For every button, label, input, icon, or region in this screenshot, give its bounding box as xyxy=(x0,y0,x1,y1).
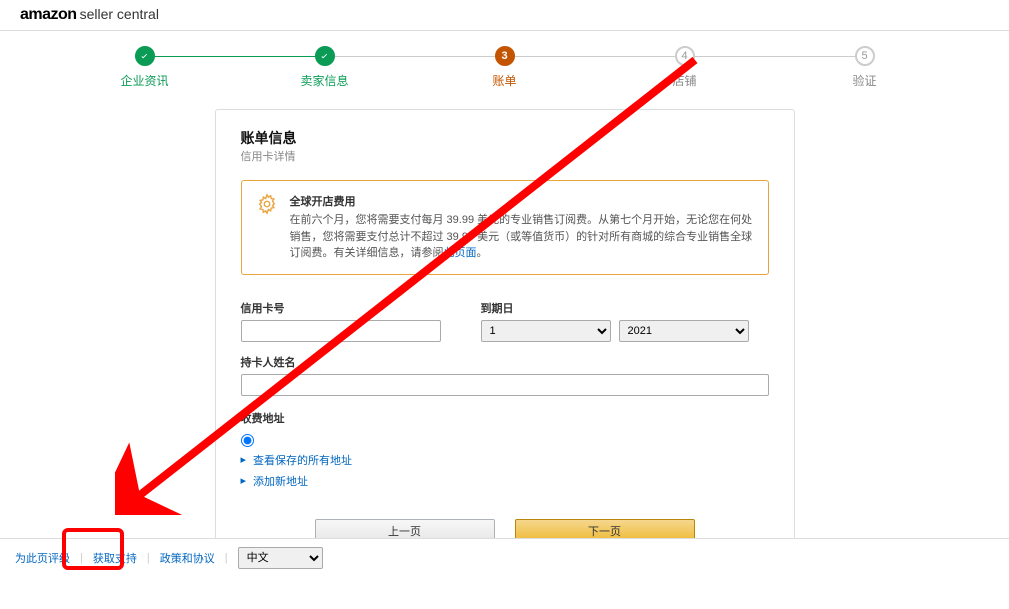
step-number: 4 xyxy=(675,46,695,66)
logo-seller-central: seller central xyxy=(80,6,159,22)
logo-amazon: amazon xyxy=(20,6,77,24)
step-billing: 3 账单 xyxy=(415,46,595,89)
holder-input[interactable] xyxy=(241,374,769,396)
step-label: 店铺 xyxy=(672,72,696,89)
expiry-label: 到期日 xyxy=(481,300,769,316)
step-verify: 5 验证 xyxy=(775,46,955,89)
check-icon xyxy=(319,51,330,62)
footer-language-select[interactable]: 中文 xyxy=(238,547,323,569)
holder-label: 持卡人姓名 xyxy=(241,354,769,370)
step-number: 3 xyxy=(495,46,515,66)
card-number-label: 信用卡号 xyxy=(241,300,441,316)
expiry-year-select[interactable]: 2021 xyxy=(619,320,749,342)
billing-card: 账单信息 信用卡详情 全球开店费用 在前六个月，您将需要支付每月 39.99 美… xyxy=(215,109,795,569)
step-seller-info: 卖家信息 xyxy=(235,46,415,89)
gear-icon xyxy=(256,193,278,215)
footer-policy-link[interactable]: 政策和协议 xyxy=(160,550,215,566)
footer-bar: 为此页评级 | 获取支持 | 政策和协议 | 中文 xyxy=(0,538,1009,577)
step-label: 账单 xyxy=(492,72,516,89)
step-label: 企业资讯 xyxy=(120,72,168,89)
step-label: 卖家信息 xyxy=(300,72,348,89)
step-label: 验证 xyxy=(852,72,876,89)
bullet-icon: ▸ xyxy=(241,474,247,487)
progress-stepper: 企业资讯 卖家信息 3 账单 4 店铺 5 验证 xyxy=(55,31,955,109)
notice-link[interactable]: 此页面 xyxy=(444,247,477,259)
card-title: 账单信息 xyxy=(241,128,769,148)
fee-notice-box: 全球开店费用 在前六个月，您将需要支付每月 39.99 美元的专业销售订阅费。从… xyxy=(241,180,769,275)
footer-support-link[interactable]: 获取支持 xyxy=(93,550,137,566)
card-number-input[interactable] xyxy=(241,320,441,342)
add-new-address-link[interactable]: 添加新地址 xyxy=(253,473,308,489)
check-icon xyxy=(139,51,150,62)
logo: amazon seller central xyxy=(20,6,989,24)
billing-address-label: 收费地址 xyxy=(241,410,769,426)
step-store: 4 店铺 xyxy=(595,46,775,89)
billing-address-radio[interactable] xyxy=(241,434,254,447)
notice-title: 全球开店费用 xyxy=(290,193,754,209)
step-company-info: 企业资讯 xyxy=(55,46,235,89)
header-bar: amazon seller central xyxy=(0,0,1009,31)
notice-text: 在前六个月，您将需要支付每月 39.99 美元的专业销售订阅费。从第七个月开始，… xyxy=(290,212,754,262)
card-subtitle: 信用卡详情 xyxy=(241,148,769,164)
view-saved-addresses-link[interactable]: 查看保存的所有地址 xyxy=(253,452,352,468)
step-number: 5 xyxy=(855,46,875,66)
expiry-month-select[interactable]: 1 xyxy=(481,320,611,342)
bullet-icon: ▸ xyxy=(241,453,247,466)
footer-feedback-link[interactable]: 为此页评级 xyxy=(15,550,70,566)
